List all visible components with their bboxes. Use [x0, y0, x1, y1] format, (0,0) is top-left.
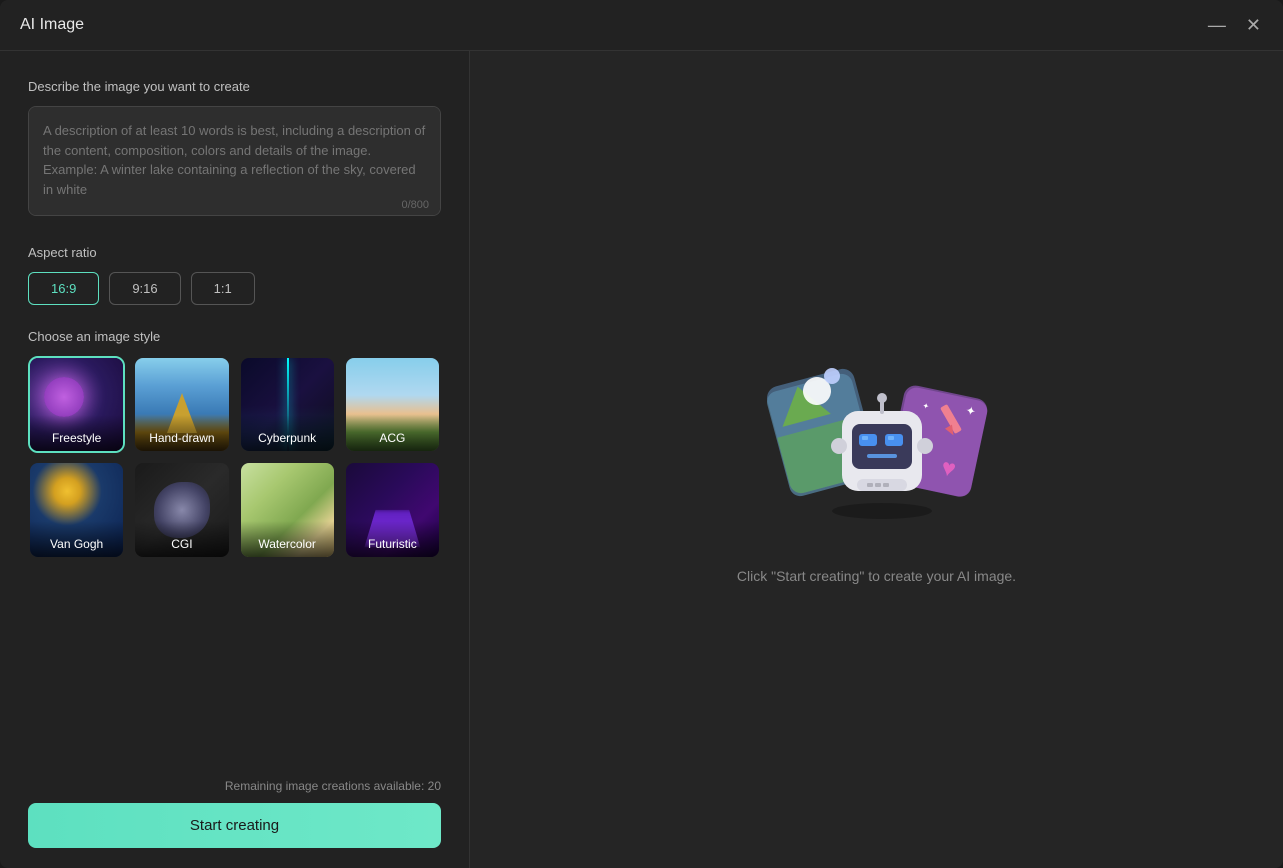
aspect-buttons: 16:9 9:16 1:1	[28, 272, 441, 305]
style-acg[interactable]: ACG	[344, 356, 441, 453]
style-futuristic[interactable]: Futuristic	[344, 461, 441, 558]
aspect-label: Aspect ratio	[28, 245, 441, 260]
style-freestyle[interactable]: Freestyle	[28, 356, 125, 453]
aspect-16-9[interactable]: 16:9	[28, 272, 99, 305]
style-freestyle-label: Freestyle	[30, 415, 123, 451]
description-input[interactable]	[28, 106, 441, 216]
style-grid: Freestyle Hand-drawn Cyberpunk	[28, 356, 441, 559]
style-acg-label: ACG	[346, 415, 439, 451]
title-bar: AI Image — ✕	[0, 0, 1283, 51]
style-cyberpunk[interactable]: Cyberpunk	[239, 356, 336, 453]
close-button[interactable]: ✕	[1244, 14, 1263, 36]
style-watercolor[interactable]: Watercolor	[239, 461, 336, 558]
style-cgi-label: CGI	[135, 521, 228, 557]
style-section: Choose an image style Freestyle Hand-dra…	[28, 329, 441, 559]
aspect-ratio-section: Aspect ratio 16:9 9:16 1:1	[28, 245, 441, 305]
describe-label: Describe the image you want to create	[28, 79, 441, 94]
start-creating-button[interactable]: Start creating	[28, 803, 441, 848]
char-count: 0/800	[401, 199, 429, 211]
app-window: AI Image — ✕ Describe the image you want…	[0, 0, 1283, 868]
window-controls: — ✕	[1206, 14, 1263, 36]
style-van-gogh[interactable]: Van Gogh	[28, 461, 125, 558]
style-cyberpunk-label: Cyberpunk	[241, 415, 334, 451]
style-handdrawn-label: Hand-drawn	[135, 415, 228, 451]
remaining-text: Remaining image creations available: 20	[28, 779, 441, 793]
style-futuristic-label: Futuristic	[346, 521, 439, 557]
minimize-button[interactable]: —	[1206, 14, 1228, 36]
textarea-wrapper: 0/800	[28, 106, 441, 221]
style-watercolor-label: Watercolor	[241, 521, 334, 557]
style-label: Choose an image style	[28, 329, 441, 344]
right-panel: ♥ ✦ ✦	[470, 51, 1283, 868]
style-vangogh-label: Van Gogh	[30, 521, 123, 557]
window-title: AI Image	[20, 16, 84, 34]
aspect-9-16[interactable]: 9:16	[109, 272, 180, 305]
placeholder-text: Click "Start creating" to create your AI…	[737, 568, 1016, 584]
ai-illustration: ♥ ✦ ✦	[747, 336, 1007, 536]
content-area: Describe the image you want to create 0/…	[0, 51, 1283, 868]
style-cgi[interactable]: CGI	[133, 461, 230, 558]
aspect-1-1[interactable]: 1:1	[191, 272, 255, 305]
style-hand-drawn[interactable]: Hand-drawn	[133, 356, 230, 453]
left-panel: Describe the image you want to create 0/…	[0, 51, 470, 868]
